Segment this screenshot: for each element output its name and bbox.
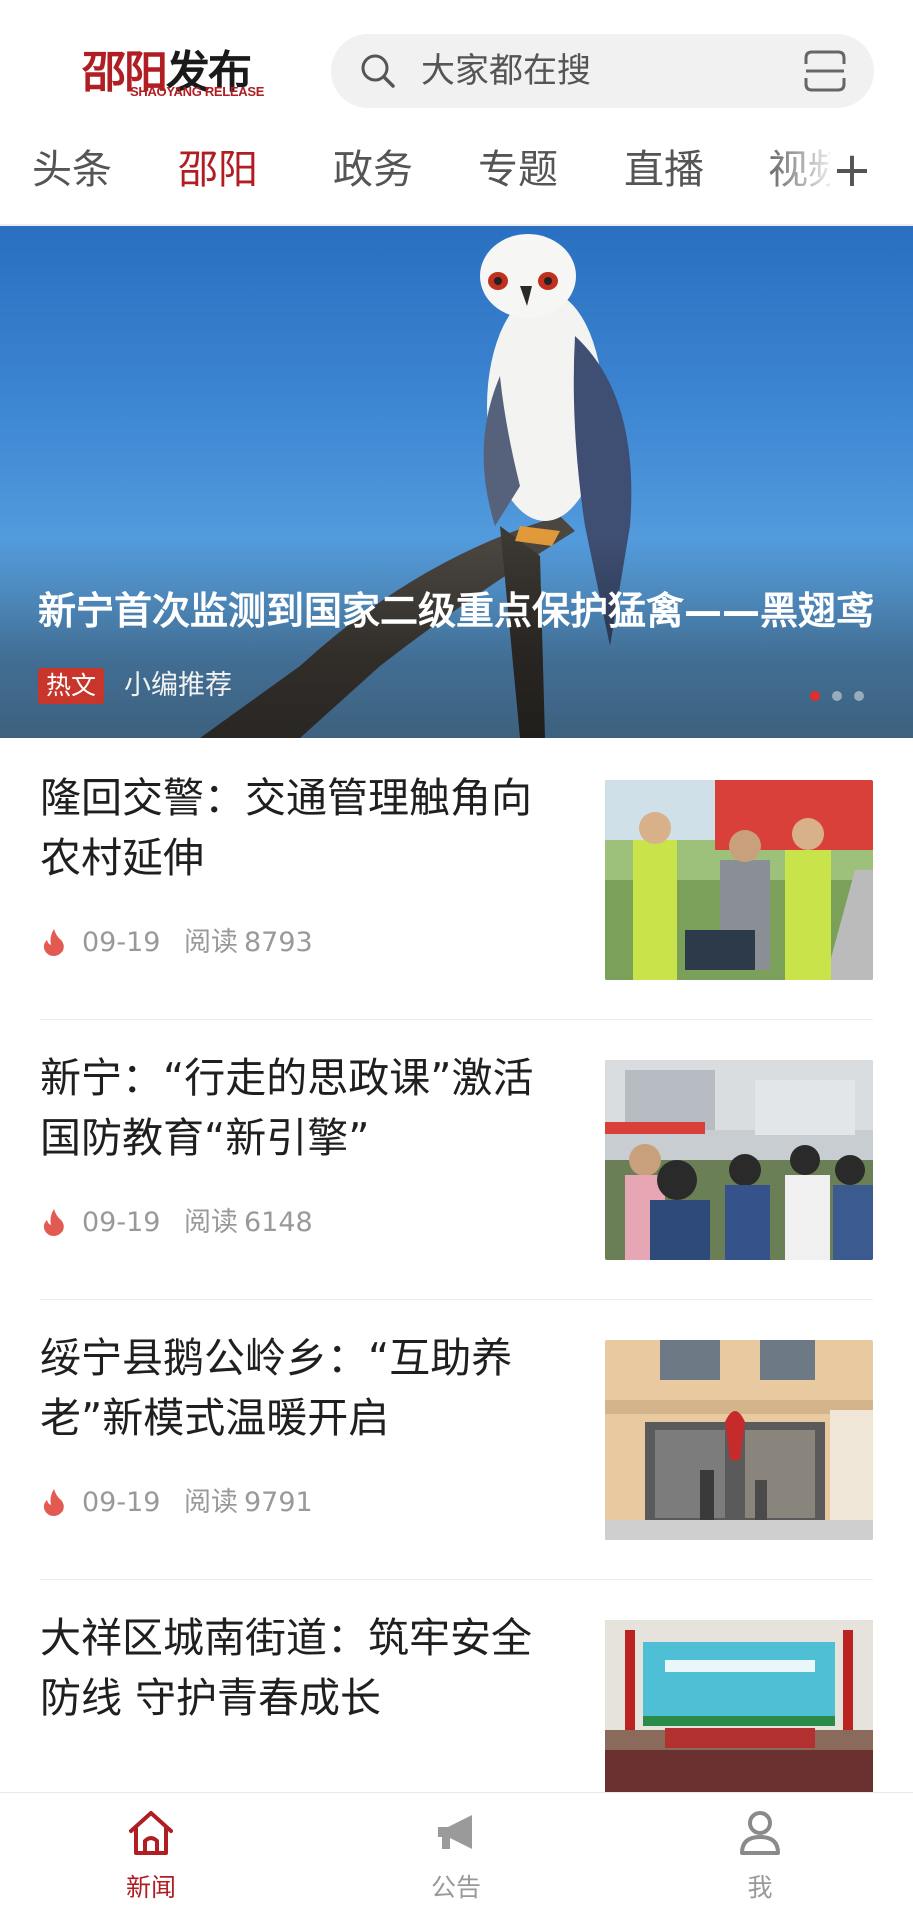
nav-news[interactable]: 新闻 (81, 1793, 221, 1921)
news-title[interactable]: 绥宁县鹅公岭乡：“互助养老”新模式温暖开启 (40, 1328, 560, 1448)
tab-headlines[interactable]: 头条 (32, 140, 112, 200)
nav-announcements[interactable]: 公告 (386, 1793, 526, 1921)
search-placeholder: 大家都在搜 (421, 51, 591, 91)
tab-government[interactable]: 政务 (333, 140, 413, 200)
megaphone-icon (438, 1815, 472, 1849)
banner-shade (0, 538, 913, 738)
news-read-count: 阅读 9791 (184, 1486, 313, 1520)
news-read-count: 阅读 8793 (184, 926, 313, 960)
carousel-dot (810, 691, 820, 701)
news-thumbnail[interactable] (605, 1340, 873, 1540)
bottom-navigation: 新闻 公告 我 (0, 1792, 913, 1921)
thumbnail-image (605, 780, 873, 980)
news-thumbnail[interactable] (605, 1060, 873, 1260)
news-read-count: 阅读 6148 (184, 1206, 313, 1240)
thumbnail-image (605, 1340, 873, 1540)
search-icon (361, 54, 395, 88)
fire-icon (43, 929, 64, 956)
tab-live[interactable]: 直播 (624, 140, 704, 200)
channel-tabs: 头条 邵阳 政务 专题 直播 视频 + (0, 140, 913, 226)
fire-icon (43, 1489, 64, 1516)
featured-banner[interactable]: 新宁首次监测到国家二级重点保护猛禽——黑翅鸢 热文 小编推荐 (0, 226, 913, 738)
nav-me[interactable]: 我 (690, 1793, 830, 1921)
search-bar[interactable]: 大家都在搜 (331, 34, 874, 108)
read-label: 阅读 (184, 927, 238, 958)
nav-me-label: 我 (747, 1873, 773, 1902)
news-date: 09-19 (82, 927, 161, 958)
thumbnail-image (605, 1620, 873, 1820)
person-icon (740, 1811, 780, 1855)
logo-subtitle: SHAOYANG RELEASE (130, 84, 265, 99)
news-item[interactable]: 绥宁县鹅公岭乡：“互助养老”新模式温暖开启 09-19 阅读 9791 (40, 1300, 873, 1580)
banner-title[interactable]: 新宁首次监测到国家二级重点保护猛禽——黑翅鸢 (38, 586, 878, 636)
tab-topics[interactable]: 专题 (478, 140, 558, 200)
hot-badge: 热文 (38, 668, 105, 704)
scan-icon[interactable] (802, 48, 848, 94)
fire-icon (43, 1209, 64, 1236)
add-channel-icon[interactable]: + (830, 140, 874, 200)
news-date: 09-19 (82, 1207, 161, 1238)
news-title[interactable]: 大祥区城南街道：筑牢安全防线 守护青春成长 (40, 1608, 560, 1728)
news-date: 09-19 (82, 1487, 161, 1518)
news-title[interactable]: 新宁：“行走的思政课”激活国防教育“新引擎” (40, 1048, 560, 1168)
read-label: 阅读 (184, 1207, 238, 1238)
read-number: 6148 (244, 1207, 313, 1238)
banner-subtitle: 小编推荐 (124, 670, 232, 701)
news-thumbnail[interactable] (605, 1620, 873, 1820)
app-logo[interactable]: 邵阳发布 SHAOYANG RELEASE (78, 36, 264, 106)
app-header: 邵阳发布 SHAOYANG RELEASE 大家都在搜 (0, 0, 913, 140)
read-label: 阅读 (184, 1487, 238, 1518)
news-title[interactable]: 隆回交警：交通管理触角向农村延伸 (40, 768, 560, 888)
thumbnail-image (605, 1060, 873, 1260)
news-item[interactable]: 隆回交警：交通管理触角向农村延伸 09-19 阅读 8793 (40, 740, 873, 1020)
carousel-dot (854, 691, 864, 701)
tab-fade (760, 140, 840, 210)
tab-shaoyang[interactable]: 邵阳 (178, 140, 258, 200)
carousel-dot (832, 691, 842, 701)
news-thumbnail[interactable] (605, 780, 873, 980)
read-number: 9791 (244, 1487, 313, 1518)
read-number: 8793 (244, 927, 313, 958)
home-icon (129, 1811, 173, 1855)
nav-announcements-label: 公告 (430, 1873, 481, 1902)
nav-news-label: 新闻 (125, 1873, 176, 1902)
news-item[interactable]: 新宁：“行走的思政课”激活国防教育“新引擎” 09-19 阅读 6148 (40, 1020, 873, 1300)
